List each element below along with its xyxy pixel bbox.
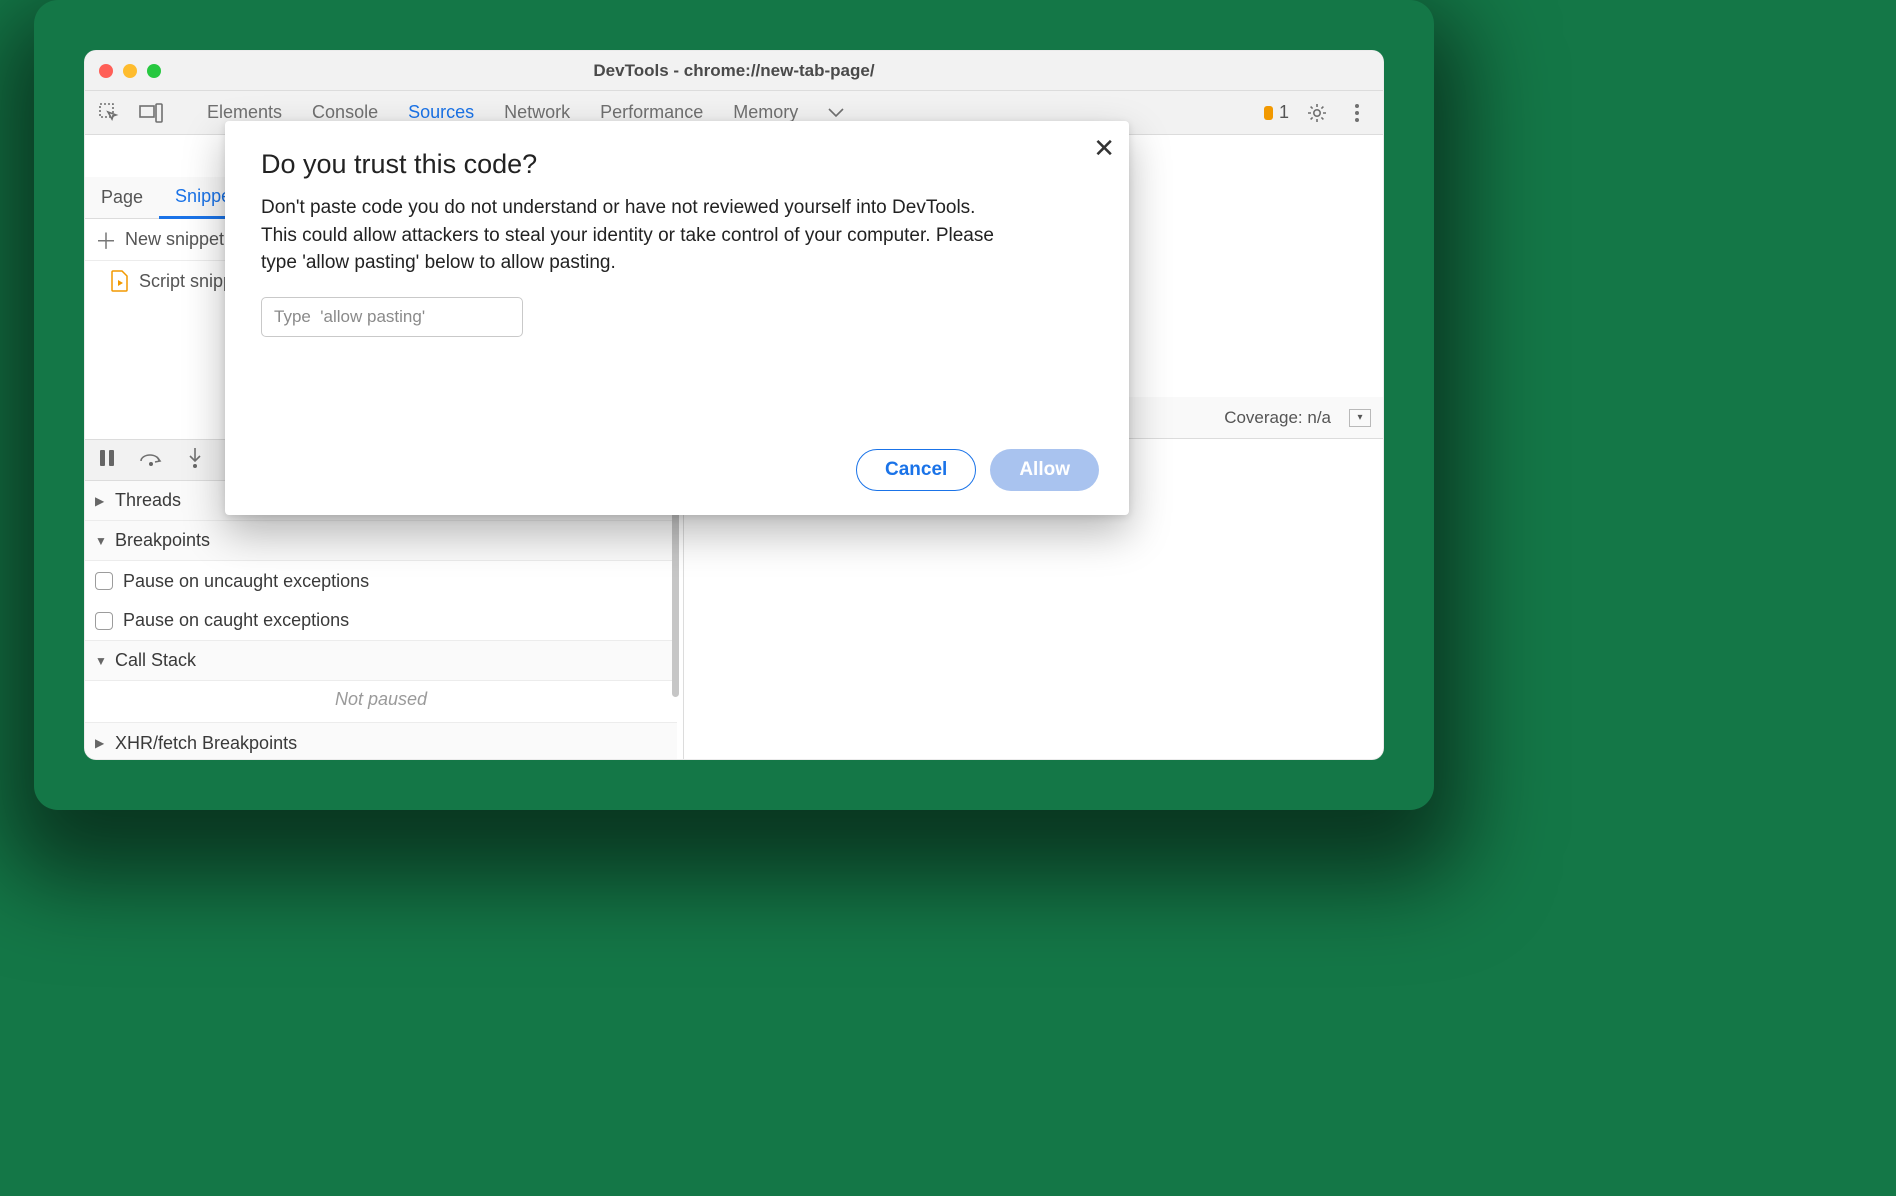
chevron-right-icon: ▶ [95, 736, 109, 750]
pause-uncaught-label: Pause on uncaught exceptions [123, 571, 369, 592]
trust-code-dialog: ✕ Do you trust this code? Don't paste co… [225, 121, 1129, 515]
plus-icon: ＋ [95, 224, 115, 256]
titlebar: DevTools - chrome://new-tab-page/ [85, 51, 1383, 91]
gear-icon[interactable] [1305, 101, 1329, 125]
pause-resume-icon[interactable] [99, 449, 115, 472]
kebab-menu-icon[interactable] [1345, 101, 1369, 125]
pause-caught-label: Pause on caught exceptions [123, 610, 349, 631]
section-threads-label: Threads [115, 490, 181, 511]
tab-network[interactable]: Network [504, 102, 570, 123]
section-call-stack-label: Call Stack [115, 650, 196, 671]
snippet-file-icon [111, 270, 129, 292]
window-zoom-dot[interactable] [147, 64, 161, 78]
allow-pasting-input[interactable] [261, 297, 523, 337]
issues-count: 1 [1279, 102, 1289, 123]
inspect-element-icon[interactable] [97, 101, 121, 125]
step-into-icon[interactable] [187, 447, 203, 474]
step-over-icon[interactable] [139, 449, 163, 472]
coverage-label: Coverage: n/a [1224, 408, 1331, 428]
section-xhr-label: XHR/fetch Breakpoints [115, 733, 297, 754]
window-title: DevTools - chrome://new-tab-page/ [85, 61, 1383, 81]
chevron-down-icon: ▼ [95, 534, 109, 548]
tab-elements[interactable]: Elements [207, 102, 282, 123]
new-snippet-label: New snippet [125, 229, 224, 250]
call-stack-not-paused: Not paused [85, 681, 677, 723]
section-call-stack[interactable]: ▼ Call Stack [85, 641, 677, 681]
tab-console[interactable]: Console [312, 102, 378, 123]
checkbox-icon[interactable] [95, 612, 113, 630]
pause-caught-row[interactable]: Pause on caught exceptions [85, 601, 677, 641]
tab-memory[interactable]: Memory [733, 102, 798, 123]
tab-performance[interactable]: Performance [600, 102, 703, 123]
chevron-down-icon: ▼ [95, 654, 109, 668]
allow-button[interactable]: Allow [990, 449, 1099, 491]
section-breakpoints[interactable]: ▼ Breakpoints [85, 521, 677, 561]
dialog-title: Do you trust this code? [261, 149, 1093, 180]
coverage-toggle-icon[interactable]: ▾ [1349, 409, 1371, 427]
window-close-dot[interactable] [99, 64, 113, 78]
issues-indicator[interactable]: 1 [1264, 102, 1289, 123]
device-toolbar-icon[interactable] [139, 101, 163, 125]
section-xhr[interactable]: ▶ XHR/fetch Breakpoints [85, 723, 677, 759]
close-icon[interactable]: ✕ [1093, 133, 1115, 164]
subtab-page[interactable]: Page [85, 177, 159, 218]
issues-badge-icon [1264, 106, 1273, 120]
section-breakpoints-label: Breakpoints [115, 530, 210, 551]
devtools-window: DevTools - chrome://new-tab-page/ Elemen… [84, 50, 1384, 760]
dialog-body: Don't paste code you do not understand o… [261, 194, 1001, 277]
cancel-button[interactable]: Cancel [856, 449, 976, 491]
window-minimize-dot[interactable] [123, 64, 137, 78]
pause-uncaught-row[interactable]: Pause on uncaught exceptions [85, 561, 677, 601]
tab-sources[interactable]: Sources [408, 102, 474, 123]
checkbox-icon[interactable] [95, 572, 113, 590]
chevron-right-icon: ▶ [95, 494, 109, 508]
debugger-left-pane: ▶ Threads ▼ Breakpoints Pause on uncaught … [85, 481, 677, 759]
